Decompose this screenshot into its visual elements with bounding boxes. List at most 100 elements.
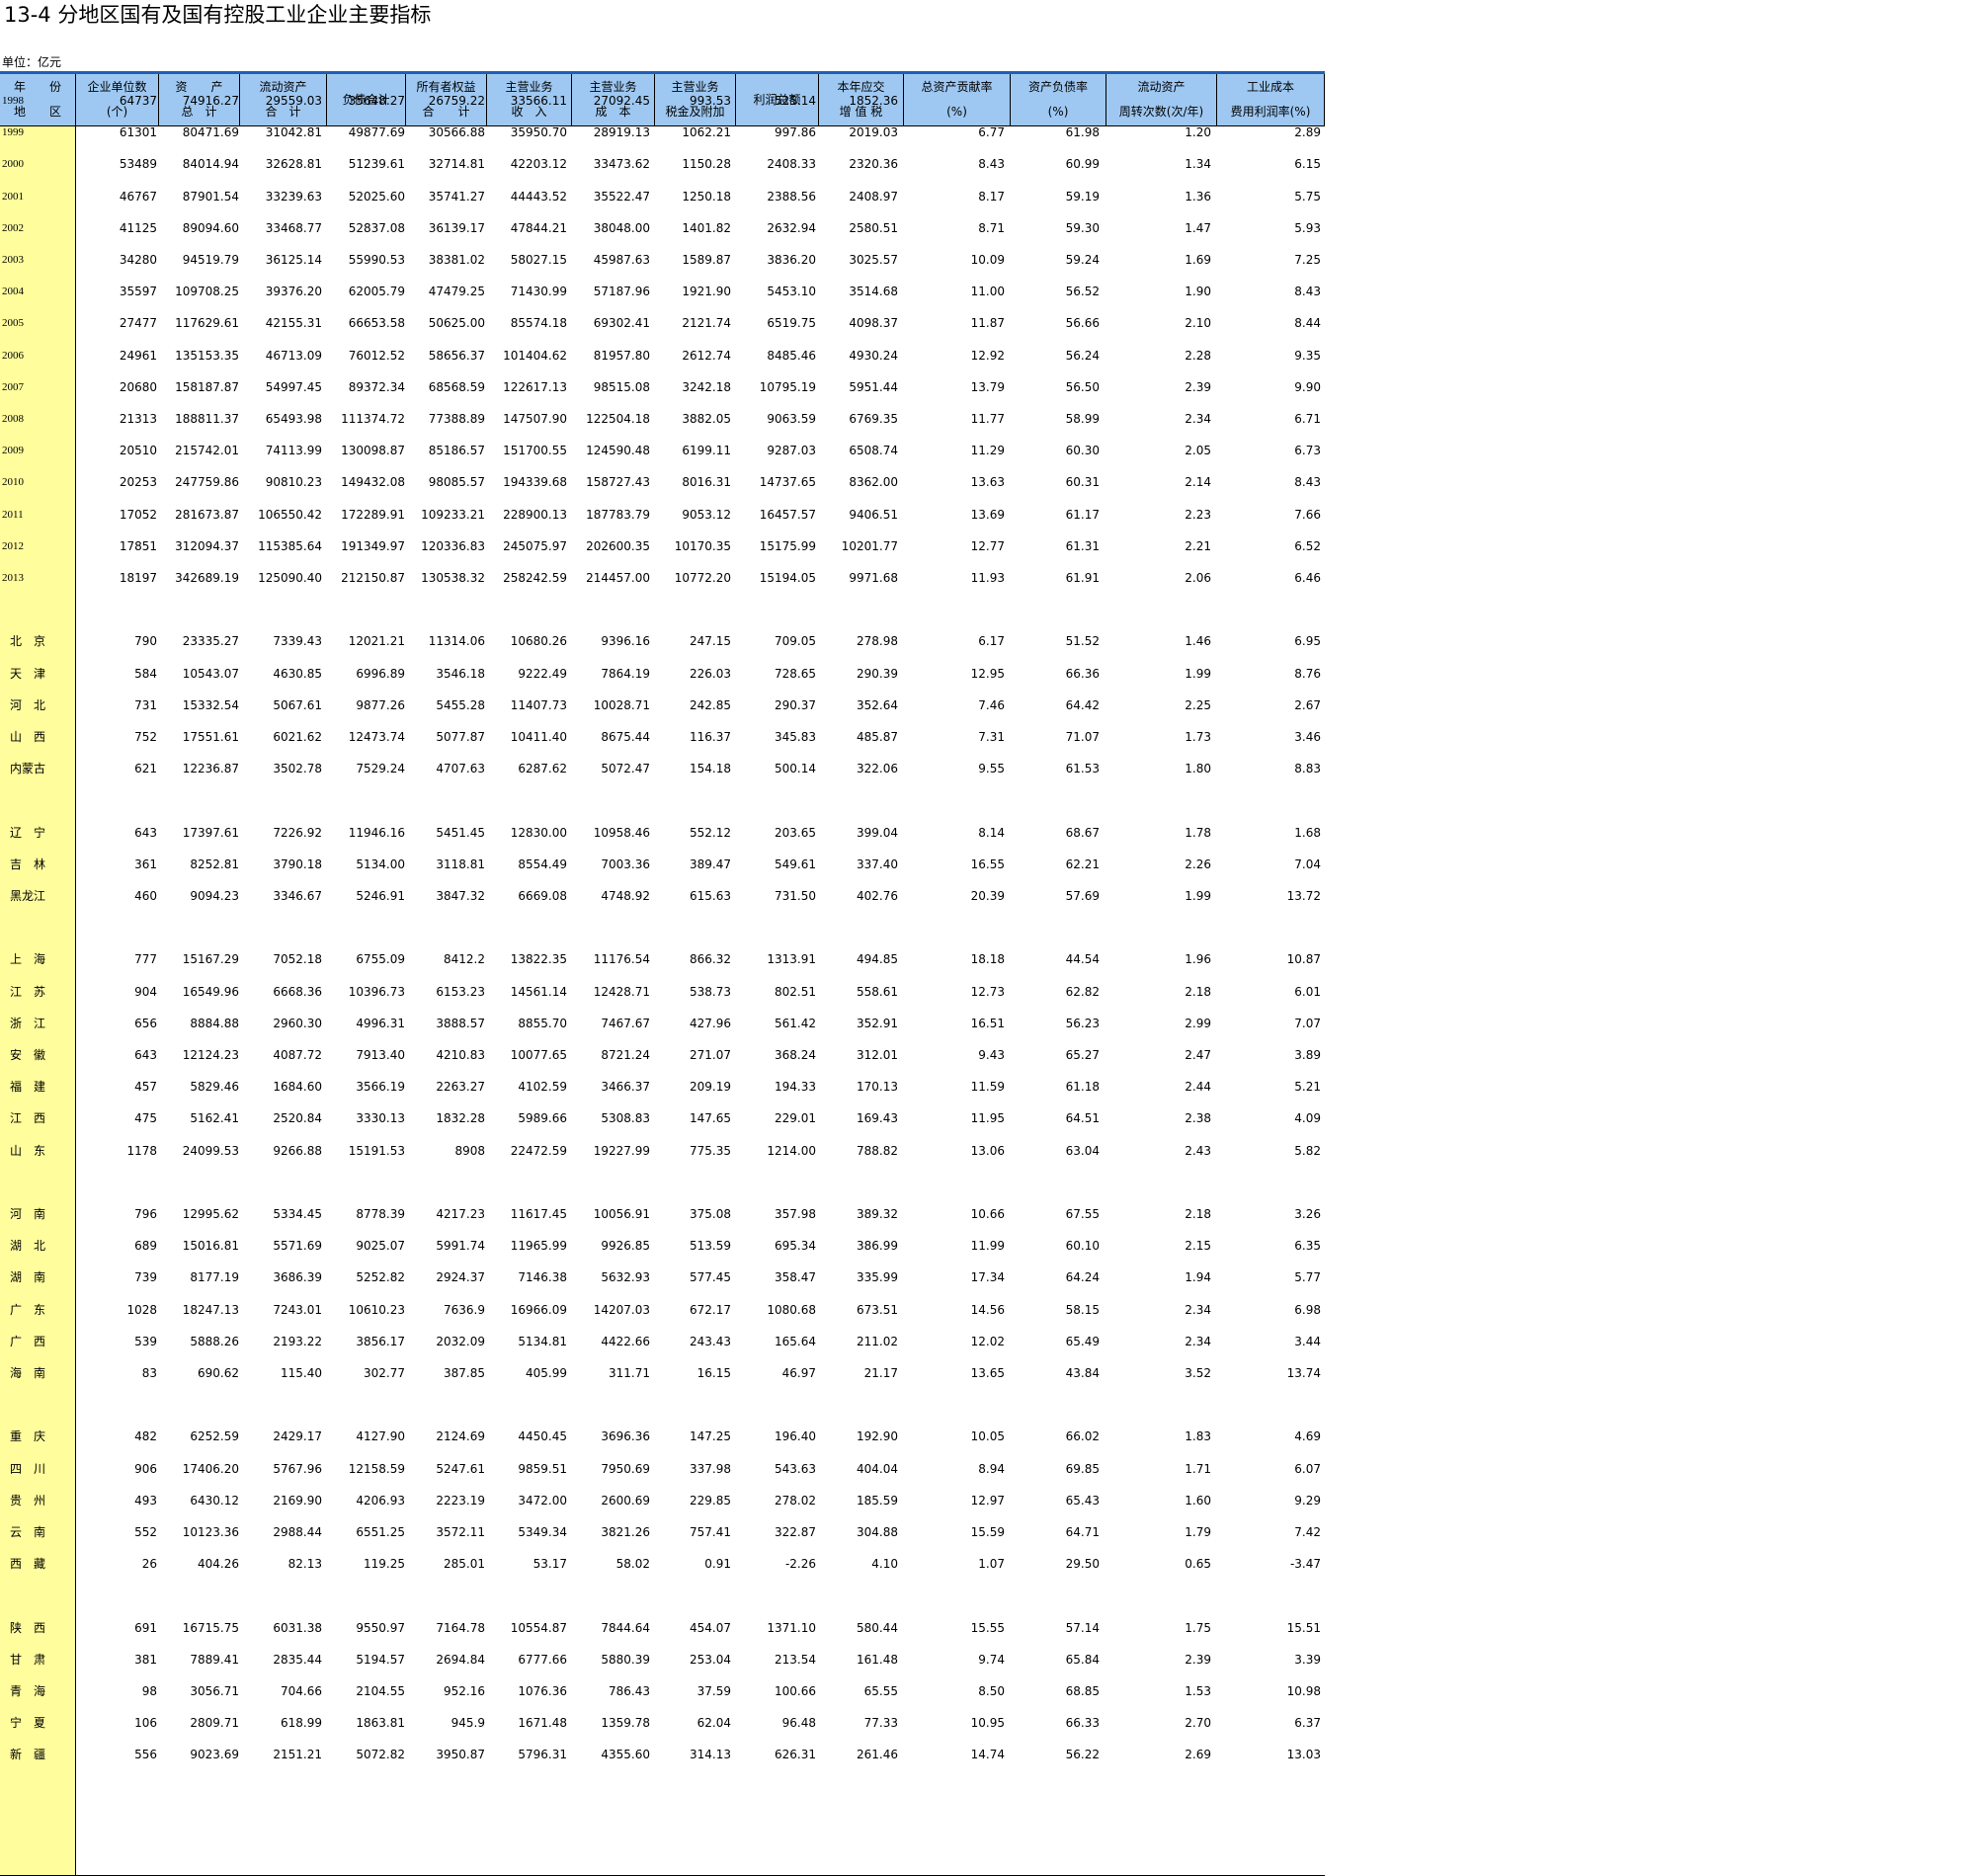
table-cell: 728.65	[775, 666, 816, 681]
table-cell: 3856.17	[356, 1334, 405, 1348]
table-cell: 2.18	[1185, 1207, 1211, 1221]
table-cell: 2.21	[1185, 538, 1211, 553]
table-cell: 106	[134, 1716, 157, 1731]
table-cell: 124590.48	[586, 444, 650, 458]
table-cell: 6777.66	[518, 1652, 567, 1667]
table-cell: 7052.18	[273, 952, 322, 967]
table-cell: 4748.92	[601, 889, 650, 903]
table-cell: 27477	[119, 316, 157, 331]
table-cell: 28919.13	[593, 125, 650, 140]
table-cell: 55990.53	[348, 253, 405, 267]
region-row: 新 疆 556 9023.69 2151.21 5072.82 3950.87 5796.3…	[0, 1745, 1325, 1764]
table-cell: 12.95	[970, 666, 1005, 681]
table-cell: 34280	[119, 253, 157, 267]
table-cell: 66.36	[1065, 666, 1100, 681]
table-cell: 77388.89	[428, 412, 485, 426]
table-cell: 3821.26	[601, 1525, 650, 1539]
table-cell: 13.79	[970, 379, 1005, 394]
table-cell: 584	[134, 666, 157, 681]
year-label: 2001	[2, 190, 24, 203]
table-cell: 89094.60	[182, 220, 239, 235]
table-cell: 147.25	[690, 1429, 731, 1444]
table-cell: 457	[134, 1080, 157, 1095]
table-cell: 1.99	[1185, 666, 1211, 681]
table-cell: 7913.40	[356, 1048, 405, 1062]
region-label: 山 东	[10, 1143, 46, 1158]
region-row: 海 南 83 690.62 115.40 302.77 387.85 405.99 311.7…	[0, 1363, 1325, 1383]
table-cell: 2019.03	[849, 125, 898, 140]
table-cell: 64.71	[1065, 1525, 1100, 1539]
region-label: 江 西	[10, 1111, 46, 1126]
table-cell: 691	[134, 1620, 157, 1635]
table-cell: 6021.62	[273, 730, 322, 744]
table-cell: 3.44	[1294, 1334, 1321, 1348]
table-cell: 229.85	[690, 1493, 731, 1508]
table-cell: 13.63	[970, 475, 1005, 490]
table-cell: 7.04	[1294, 856, 1321, 871]
table-cell: 6769.35	[849, 412, 898, 426]
table-cell: 32628.81	[265, 157, 322, 172]
table-cell: 10958.46	[593, 825, 650, 840]
table-cell: 158187.87	[175, 379, 239, 394]
table-cell: 621	[134, 762, 157, 776]
region-row: 江 苏 904 16549.96 6668.36 10396.73 6153.23 1456…	[0, 982, 1325, 1002]
table-cell: 3514.68	[849, 285, 898, 299]
table-cell: 64.51	[1065, 1111, 1100, 1126]
table-cell: 109708.25	[175, 285, 239, 299]
table-cell: 337.98	[690, 1461, 731, 1476]
table-cell: 12995.62	[182, 1207, 239, 1221]
table-cell: 2263.27	[436, 1080, 485, 1095]
table-cell: 2924.37	[436, 1270, 485, 1285]
table-cell: 10201.77	[841, 538, 898, 553]
table-cell: 1832.28	[436, 1111, 485, 1126]
table-cell: 30566.88	[428, 125, 485, 140]
table-cell: 44.54	[1065, 952, 1100, 967]
table-cell: 10028.71	[593, 697, 650, 712]
region-row: 四 川 906 17406.20 5767.96 12158.59 5247.61 9859…	[0, 1459, 1325, 1479]
table-cell: 6199.11	[682, 444, 731, 458]
table-cell: 43.84	[1065, 1366, 1100, 1380]
region-label: 广 东	[10, 1302, 46, 1317]
table-cell: 56.50	[1065, 379, 1100, 394]
table-cell: 13.72	[1286, 889, 1321, 903]
table-cell: 1863.81	[356, 1716, 405, 1731]
table-cell: 9.43	[978, 1048, 1005, 1062]
table-cell: 775.35	[690, 1143, 731, 1158]
table-cell: 278.02	[775, 1493, 816, 1508]
table-cell: 2151.21	[273, 1748, 322, 1762]
table-cell: 285.01	[444, 1557, 485, 1572]
table-cell: 709.05	[775, 634, 816, 649]
region-label: 山 西	[10, 730, 46, 744]
table-cell: 6755.09	[356, 952, 405, 967]
table-cell: 3836.20	[767, 253, 816, 267]
table-cell: 580.44	[857, 1620, 898, 1635]
table-cell: -3.47	[1289, 1557, 1321, 1572]
table-cell: 460	[134, 889, 157, 903]
table-cell: 7.25	[1294, 253, 1321, 267]
table-cell: 3847.32	[436, 889, 485, 903]
year-row: 2007 20680 158187.87 54997.45 89372.34 68568.…	[0, 377, 1325, 397]
table-cell: 10.98	[1286, 1684, 1321, 1698]
region-row: 宁 夏 106 2809.71 618.99 1863.81 945.9 1671.48 13…	[0, 1713, 1325, 1733]
region-label: 浙 江	[10, 1016, 46, 1030]
table-cell: 997.86	[775, 125, 816, 140]
table-cell: 8.43	[1294, 285, 1321, 299]
table-cell: 10610.23	[348, 1302, 405, 1317]
table-cell: 9.90	[1294, 379, 1321, 394]
table-cell: 757.41	[690, 1525, 731, 1539]
table-cell: 46713.09	[265, 348, 322, 363]
table-cell: 8016.31	[682, 475, 731, 490]
table-cell: 9396.16	[601, 634, 650, 649]
table-cell: 2.28	[1185, 348, 1211, 363]
table-cell: 6519.75	[767, 316, 816, 331]
table-cell: 337.40	[857, 856, 898, 871]
table-cell: 1.36	[1185, 189, 1211, 204]
table-cell: 58.02	[615, 1557, 650, 1572]
table-cell: 58.99	[1065, 412, 1100, 426]
table-cell: 62.82	[1065, 984, 1100, 999]
region-row: 吉 林 361 8252.81 3790.18 5134.00 3118.81 8554.4…	[0, 855, 1325, 874]
table-cell: 122617.13	[503, 379, 567, 394]
table-cell: 60.99	[1065, 157, 1100, 172]
table-cell: 15191.53	[348, 1143, 405, 1158]
table-cell: 4206.93	[356, 1493, 405, 1508]
